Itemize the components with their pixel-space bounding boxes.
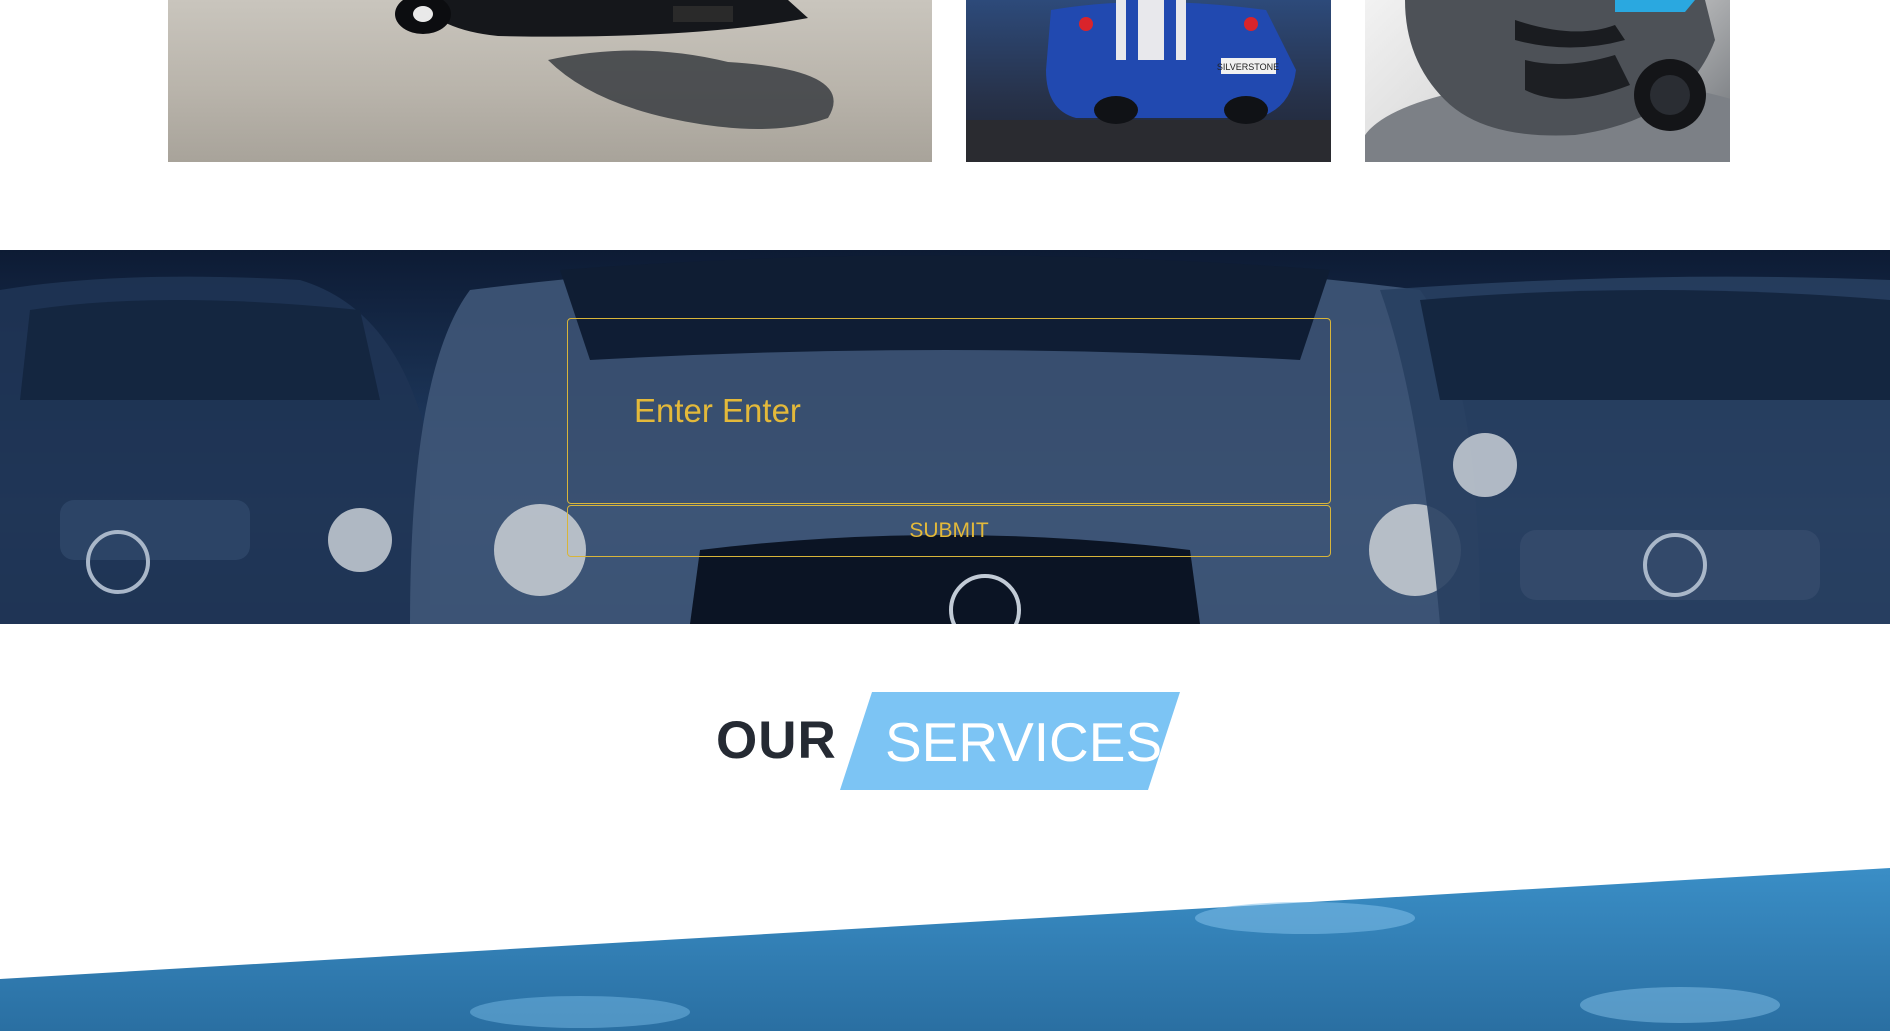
heading-word-services: SERVICES [885,711,1163,773]
services-heading: OUR SERVICES [0,692,1890,792]
subscribe-input[interactable] [634,389,1254,433]
race-car-photo-icon: SILVERSTONE [966,0,1331,162]
services-band-background [0,860,1890,1031]
gallery-row: SILVERSTONE [0,0,1890,162]
sports-car-photo-icon [1365,0,1730,162]
slanted-band-image [0,868,1890,1031]
gallery-photo-car[interactable] [168,0,932,162]
heading-word-our: OUR [716,711,837,770]
gallery-photo-sports-car[interactable] [1365,0,1730,162]
subscribe-input-box[interactable] [567,318,1331,504]
subscribe-banner: SUBMIT [0,250,1890,624]
gallery-photo-race-car[interactable]: SILVERSTONE [966,0,1331,162]
submit-button[interactable]: SUBMIT [567,505,1331,557]
car-photo-icon [395,0,834,129]
plate-text: SILVERSTONE [1217,62,1279,72]
